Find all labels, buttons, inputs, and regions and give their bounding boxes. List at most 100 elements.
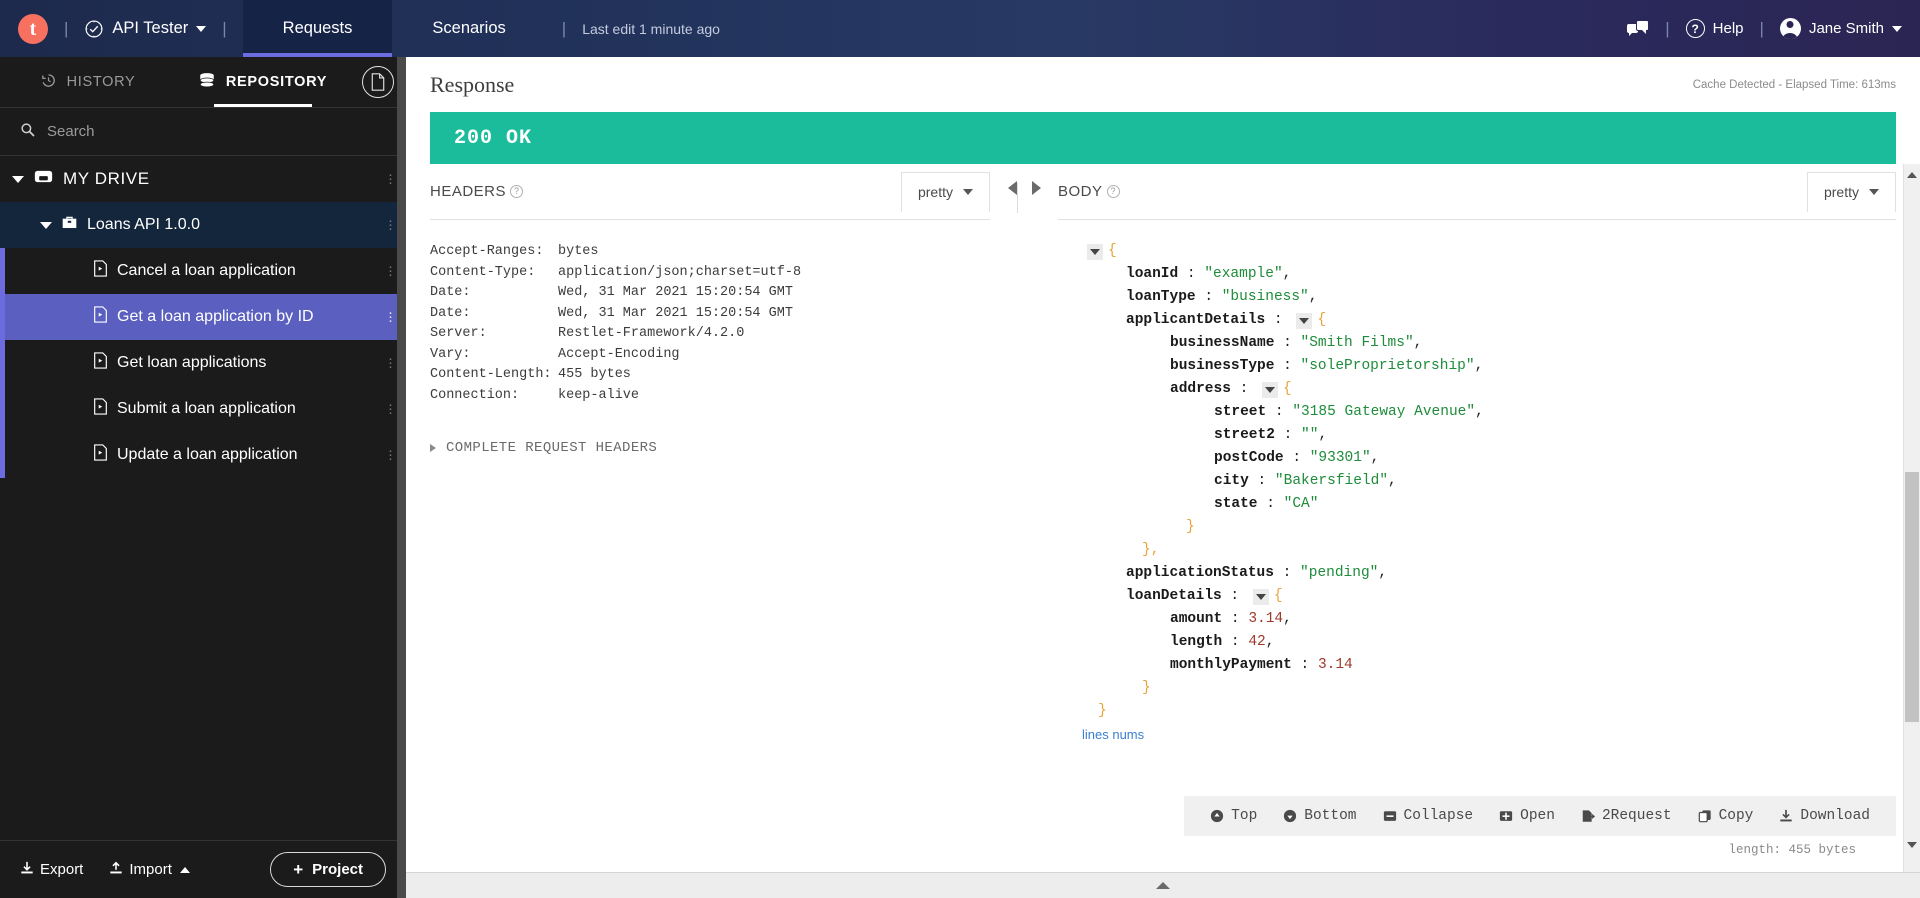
user-menu[interactable]: Jane Smith bbox=[1779, 18, 1902, 39]
header-separator-4: | bbox=[1665, 18, 1670, 38]
new-project-button[interactable]: + Project bbox=[270, 852, 386, 887]
json-value: "example" bbox=[1204, 266, 1283, 282]
row-menu-icon[interactable]: · · · bbox=[388, 167, 393, 190]
chevron-down-icon[interactable] bbox=[12, 175, 24, 183]
tree-item-cancel-a-loan-application[interactable]: Cancel a loan application · · · bbox=[0, 248, 406, 294]
request-icon bbox=[93, 444, 108, 466]
sidebar-scrollbar[interactable] bbox=[397, 57, 406, 898]
json-key: applicantDetails bbox=[1126, 312, 1266, 328]
header-row: Content-Length: 455 bytes bbox=[430, 365, 990, 386]
help-icon[interactable]: ? bbox=[510, 185, 524, 198]
content-scrollbar[interactable] bbox=[1903, 164, 1920, 872]
last-edit-label: Last edit 1 minute ago bbox=[582, 20, 720, 37]
json-comma: , bbox=[1474, 358, 1484, 374]
json-brace: } bbox=[1098, 703, 1107, 719]
row-menu-icon[interactable]: · · · bbox=[388, 213, 393, 236]
json-collapse-button[interactable]: Collapse bbox=[1383, 805, 1473, 828]
json-line: } bbox=[1058, 700, 1896, 723]
download-icon bbox=[1779, 809, 1793, 823]
json-copy-label: Copy bbox=[1718, 807, 1754, 824]
json-top-button[interactable]: Top bbox=[1210, 805, 1257, 828]
json-brace: { bbox=[1273, 588, 1283, 604]
json-bottom-button[interactable]: Bottom bbox=[1283, 805, 1357, 828]
row-menu-icon[interactable]: · · · bbox=[388, 443, 393, 466]
app-logo[interactable]: t bbox=[18, 13, 48, 44]
json-line: applicationStatus : "pending", bbox=[1058, 562, 1896, 585]
chevron-up-icon[interactable] bbox=[1156, 882, 1170, 889]
main-area: HISTORY REPOSITORY Search MY DRIVE · · ·… bbox=[0, 57, 1920, 898]
row-menu-icon[interactable]: · · · bbox=[388, 397, 393, 420]
json-key: monthlyPayment bbox=[1170, 657, 1292, 673]
json-to-request-label: 2Request bbox=[1601, 807, 1672, 824]
json-colon: : bbox=[1274, 358, 1301, 374]
plus-icon: + bbox=[293, 859, 304, 879]
collapse-left-icon[interactable] bbox=[1007, 181, 1017, 195]
tree-item-get-loan-applications[interactable]: Get loan applications · · · bbox=[0, 340, 406, 386]
json-toggle-icon[interactable] bbox=[1296, 312, 1313, 329]
tree-item-get-a-loan-application-by-id[interactable]: Get a loan application by ID · · · bbox=[0, 294, 406, 340]
tab-requests-label: Requests bbox=[282, 19, 353, 37]
json-download-label: Download bbox=[1800, 807, 1870, 824]
json-value: "business" bbox=[1221, 289, 1309, 305]
row-menu-icon[interactable]: · · · bbox=[388, 351, 393, 374]
sidebar-tab-repository[interactable]: REPOSITORY bbox=[175, 57, 350, 107]
headers-list: Accept-Ranges: bytes Content-Type: appli… bbox=[430, 220, 990, 456]
json-copy-button[interactable]: Copy bbox=[1698, 805, 1754, 828]
request-icon bbox=[93, 352, 108, 374]
import-button[interactable]: Import bbox=[109, 861, 190, 879]
sidebar-tab-history[interactable]: HISTORY bbox=[0, 57, 175, 107]
tree-item-loans-api[interactable]: Loans API 1.0.0 · · · bbox=[0, 202, 406, 248]
tab-requests[interactable]: Requests bbox=[242, 0, 393, 57]
json-viewer[interactable]: { loanId : "example", loanType : "busine… bbox=[1058, 220, 1896, 872]
json-line: businessType : "soleProprietorship", bbox=[1058, 355, 1896, 378]
json-brace: } bbox=[1142, 680, 1151, 696]
json-colon: : bbox=[1265, 312, 1292, 328]
json-line: length : 42, bbox=[1058, 631, 1896, 654]
json-to-request-button[interactable]: 2Request bbox=[1581, 805, 1672, 828]
lines-nums-toggle[interactable]: lines nums bbox=[1058, 723, 1896, 746]
json-brace: } bbox=[1186, 519, 1195, 535]
chevron-right-icon bbox=[430, 444, 436, 452]
tree-item-label: MY DRIVE bbox=[63, 169, 150, 188]
tree-item-label: Cancel a loan application bbox=[117, 262, 296, 279]
search-box[interactable]: Search bbox=[0, 108, 406, 156]
json-toggle-icon[interactable] bbox=[1087, 243, 1103, 260]
json-key: loanId bbox=[1126, 266, 1179, 282]
tree-item-update-a-loan-application[interactable]: Update a loan application · · · bbox=[0, 432, 406, 478]
body-pane: BODY ? pretty { loanId : "example", loan… bbox=[1058, 164, 1896, 872]
export-button[interactable]: Export bbox=[20, 861, 83, 879]
headers-title: HEADERS bbox=[430, 183, 507, 200]
row-menu-icon[interactable]: · · · bbox=[388, 305, 393, 328]
project-label: Project bbox=[312, 861, 363, 878]
json-toggle-icon[interactable] bbox=[1262, 381, 1279, 398]
scroll-down-icon[interactable] bbox=[1907, 842, 1917, 848]
help-icon[interactable]: ? bbox=[1106, 185, 1120, 198]
collapse-right-icon[interactable] bbox=[1031, 181, 1041, 195]
chevron-down-icon[interactable] bbox=[40, 221, 52, 229]
arrow-up-circle-icon bbox=[1210, 809, 1224, 823]
json-key: state bbox=[1214, 496, 1258, 512]
help-button[interactable]: ? Help bbox=[1685, 19, 1744, 38]
avatar bbox=[1779, 18, 1801, 39]
scroll-up-icon[interactable] bbox=[1907, 172, 1917, 178]
content-scroll-thumb[interactable] bbox=[1905, 472, 1919, 722]
json-top-label: Top bbox=[1231, 807, 1258, 824]
tab-scenarios[interactable]: Scenarios bbox=[392, 0, 545, 57]
json-download-button[interactable]: Download bbox=[1779, 805, 1870, 828]
app-switcher[interactable]: API Tester bbox=[84, 19, 207, 39]
bottom-collapse-bar[interactable] bbox=[406, 872, 1920, 898]
tree-item-my-drive[interactable]: MY DRIVE · · · bbox=[0, 156, 406, 202]
headers-pane-header: HEADERS ? pretty bbox=[430, 164, 990, 220]
headers-format-select[interactable]: pretty bbox=[900, 171, 990, 212]
sidebar-scroll-thumb[interactable] bbox=[397, 57, 406, 898]
json-line: applicantDetails : { bbox=[1058, 309, 1896, 332]
header-key: Date: bbox=[430, 305, 471, 321]
json-toggle-icon[interactable] bbox=[1252, 588, 1269, 605]
chat-button[interactable] bbox=[1627, 19, 1650, 38]
row-menu-icon[interactable]: · · · bbox=[388, 259, 393, 282]
complete-request-headers-toggle[interactable]: COMPLETE REQUEST HEADERS bbox=[430, 440, 990, 456]
json-open-button[interactable]: Open bbox=[1499, 805, 1555, 828]
json-comma: , bbox=[1475, 404, 1484, 420]
body-format-select[interactable]: pretty bbox=[1806, 171, 1896, 212]
tree-item-submit-a-loan-application[interactable]: Submit a loan application · · · bbox=[0, 386, 406, 432]
